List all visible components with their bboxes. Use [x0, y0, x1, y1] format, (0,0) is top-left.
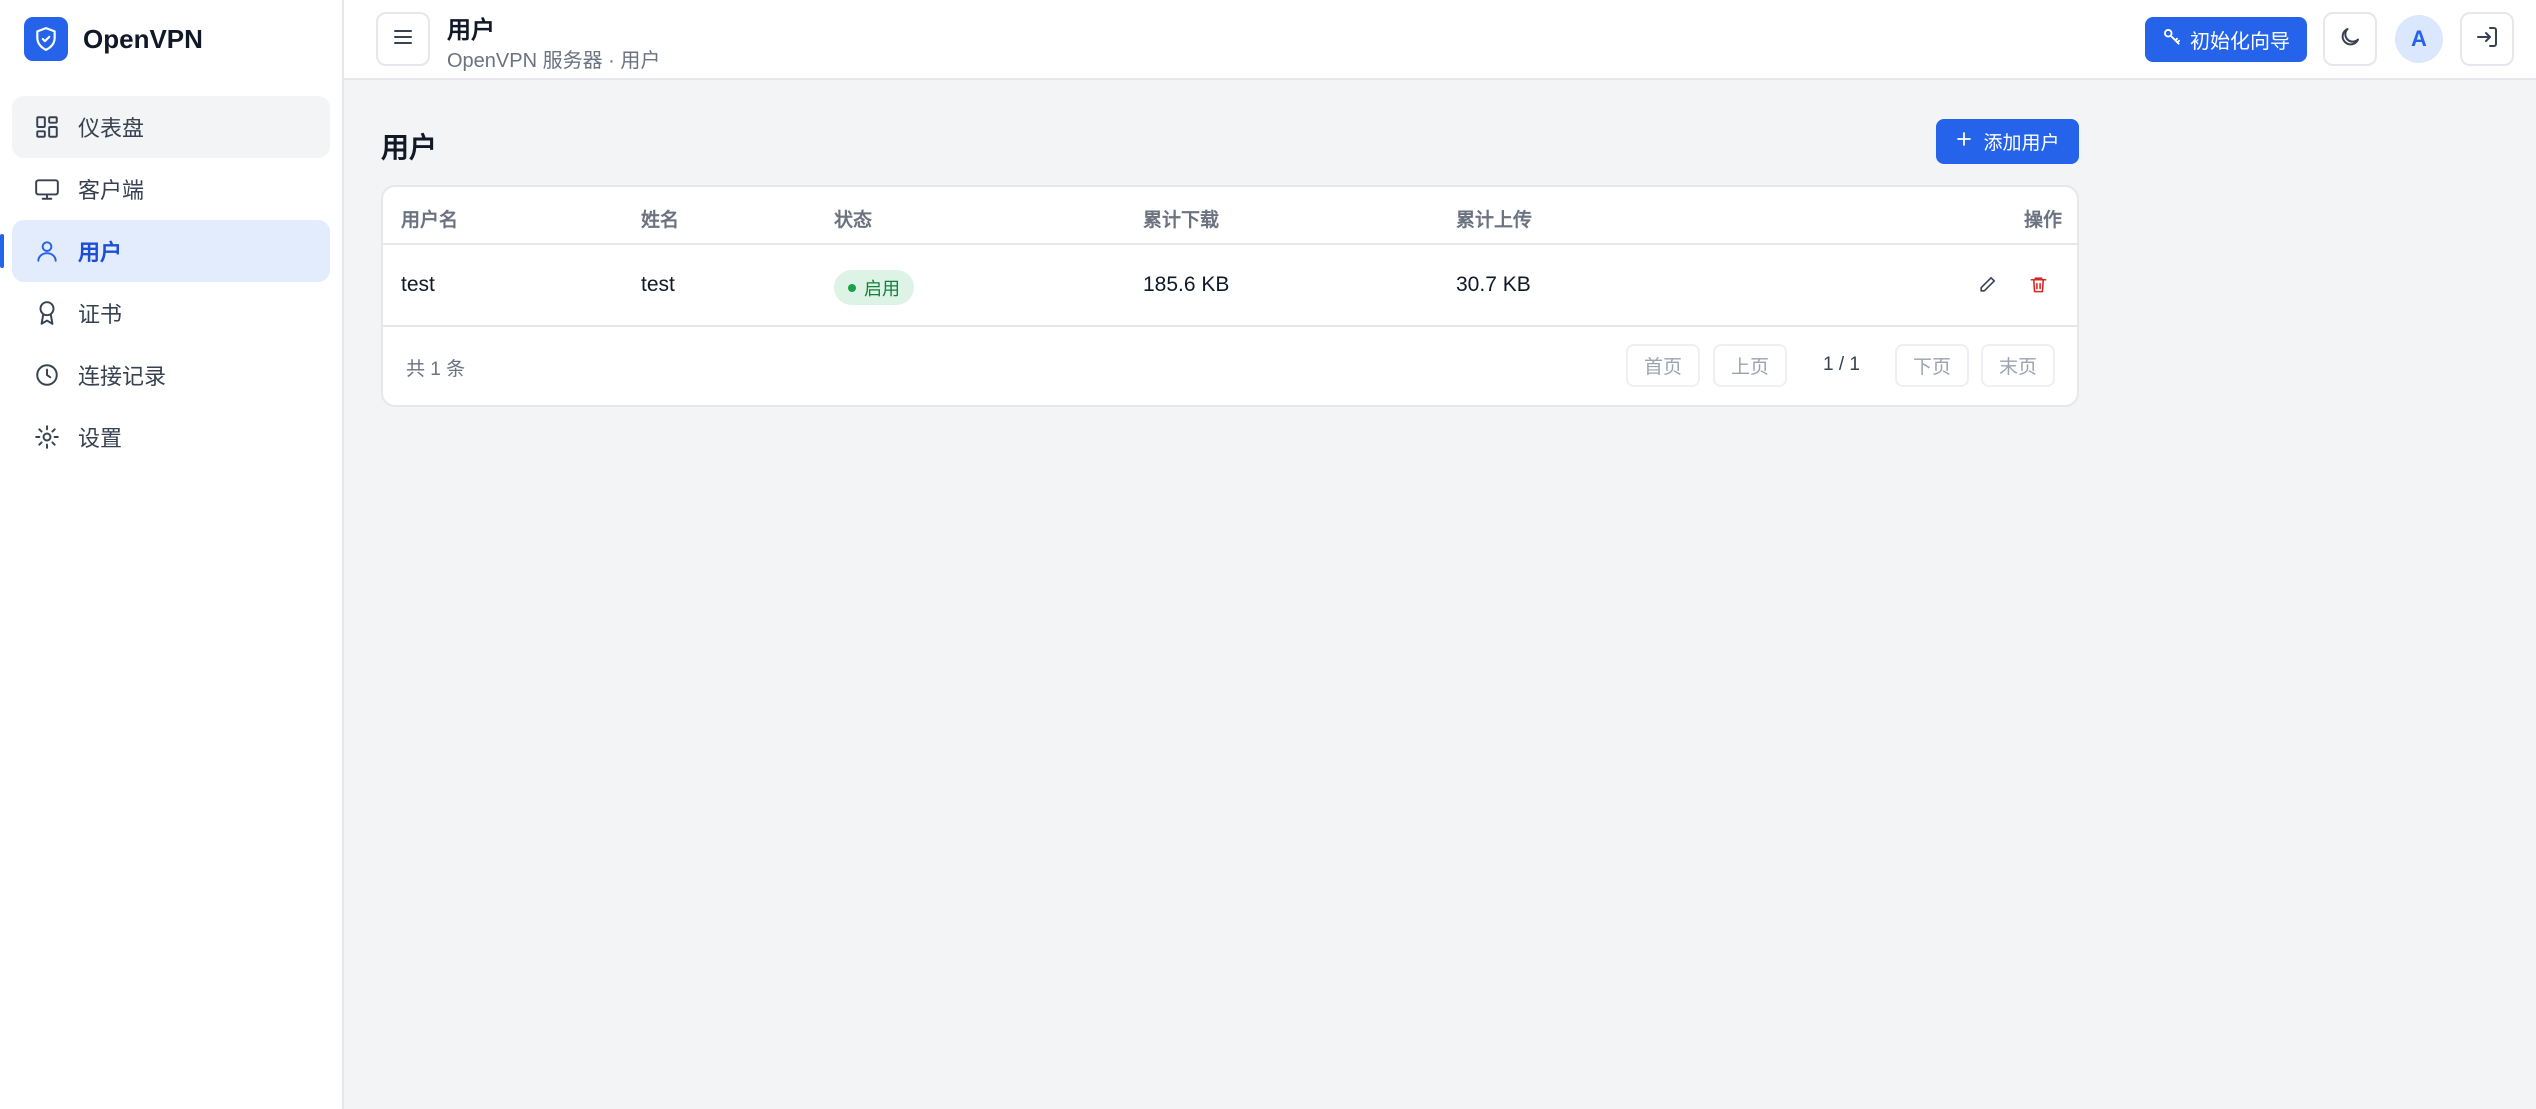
sidebar-item-settings[interactable]: 设置	[12, 406, 330, 468]
sidebar-item-label: 连接记录	[78, 364, 167, 389]
add-user-label: 添加用户	[1983, 133, 2060, 154]
sidebar-item-label: 用户	[78, 240, 123, 265]
cell-name: test	[641, 273, 675, 296]
column-header-username: 用户名	[401, 210, 459, 231]
cell-username: test	[401, 273, 435, 296]
menu-toggle-button[interactable]	[376, 12, 430, 66]
status-badge: 启用	[834, 270, 914, 305]
top-header: 用户 OpenVPN 服务器 · 用户 初始化向导	[344, 0, 2536, 80]
page-title: 用户	[381, 132, 438, 163]
brand[interactable]: OpenVPN	[0, 0, 342, 78]
table-row: test test 启用 185.6 KB 30.7 KB	[383, 245, 2077, 327]
column-header-actions: 操作	[2024, 210, 2063, 231]
users-table-card: 用户名 姓名 状态 累计下载 累计上传 操作 test test 启用 185.…	[381, 185, 2079, 407]
user-avatar[interactable]: A	[2395, 15, 2443, 63]
column-header-download: 累计下载	[1143, 210, 1220, 231]
pencil-icon	[1978, 275, 1997, 299]
sidebar-item-label: 仪表盘	[78, 116, 145, 141]
award-icon	[32, 298, 62, 328]
column-header-status: 状态	[834, 210, 873, 231]
header-breadcrumb: OpenVPN 服务器 · 用户	[447, 50, 661, 72]
moon-icon	[2338, 25, 2362, 54]
header-title: 用户	[447, 17, 495, 44]
sidebar-item-clients[interactable]: 客户端	[12, 158, 330, 220]
status-dot-icon	[848, 283, 856, 292]
key-icon	[2162, 27, 2182, 53]
sidebar-nav: 仪表盘 客户端 用户 证书 连接记录 设置	[0, 78, 342, 468]
clock-icon	[32, 360, 62, 390]
cell-upload: 30.7 KB	[1456, 273, 1531, 296]
shield-check-icon	[24, 17, 68, 61]
sidebar-item-certificates[interactable]: 证书	[12, 282, 330, 344]
logout-icon	[2475, 25, 2499, 54]
sidebar-item-dashboard[interactable]: 仪表盘	[12, 96, 330, 158]
hamburger-icon	[391, 25, 415, 54]
next-page-button[interactable]: 下页	[1895, 344, 1969, 387]
plus-icon	[1955, 130, 1973, 154]
first-page-button[interactable]: 首页	[1626, 344, 1700, 387]
setup-wizard-label: 初始化向导	[2190, 31, 2290, 53]
column-header-name: 姓名	[641, 210, 680, 231]
delete-button[interactable]	[2020, 269, 2056, 305]
column-header-upload: 累计上传	[1456, 210, 1533, 231]
status-label: 启用	[864, 278, 900, 299]
cell-download: 185.6 KB	[1143, 273, 1230, 296]
sidebar-item-label: 客户端	[78, 178, 145, 203]
total-count: 共 1 条	[406, 359, 466, 380]
add-user-button[interactable]: 添加用户	[1936, 119, 2079, 164]
sidebar-item-label: 证书	[78, 302, 123, 327]
dark-mode-button[interactable]	[2323, 12, 2377, 66]
sidebar: OpenVPN 仪表盘 客户端 用户 证书 连接记录 设置	[0, 0, 344, 1109]
logout-button[interactable]	[2460, 12, 2514, 66]
user-icon	[32, 236, 62, 266]
sidebar-item-label: 设置	[78, 426, 123, 451]
page-indicator: 1 / 1	[1823, 354, 1860, 375]
monitor-icon	[32, 174, 62, 204]
table-header: 用户名 姓名 状态 累计下载 累计上传 操作	[383, 187, 2077, 245]
prev-page-button[interactable]: 上页	[1713, 344, 1787, 387]
brand-name: OpenVPN	[83, 23, 203, 54]
setup-wizard-button[interactable]: 初始化向导	[2145, 17, 2307, 62]
trash-icon	[2029, 275, 2048, 299]
edit-button[interactable]	[1969, 269, 2005, 305]
last-page-button[interactable]: 末页	[1981, 344, 2055, 387]
sidebar-item-connection-logs[interactable]: 连接记录	[12, 344, 330, 406]
gear-icon	[32, 422, 62, 452]
sidebar-item-users[interactable]: 用户	[0, 220, 330, 282]
dashboard-icon	[32, 112, 62, 142]
